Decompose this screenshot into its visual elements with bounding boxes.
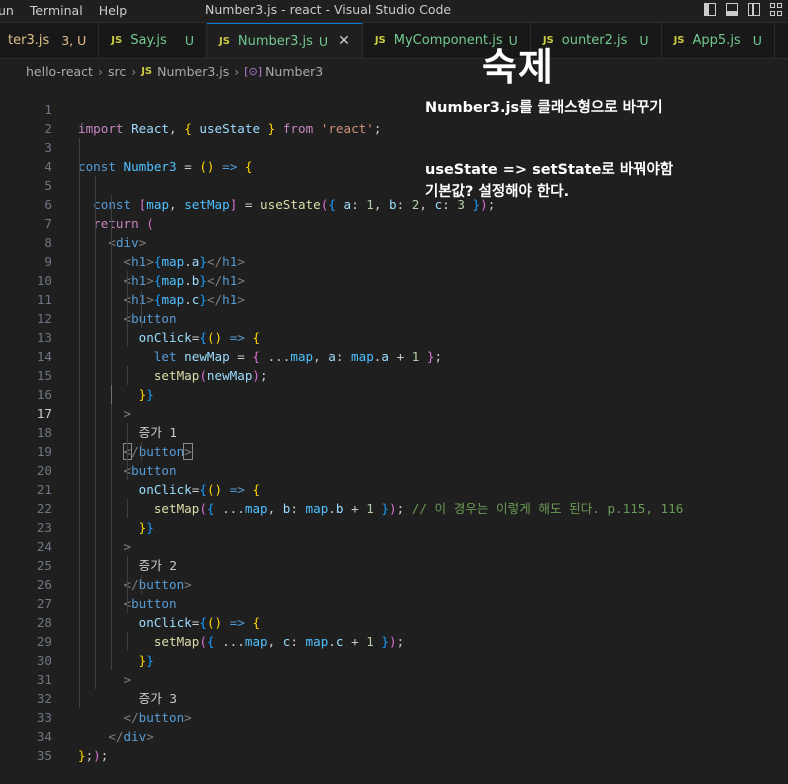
code-line: 15 > xyxy=(0,347,788,421)
chevron-right-icon: › xyxy=(97,63,103,79)
code-line: 9 <h1>{map.c}</h1> xyxy=(0,233,788,307)
layout-controls xyxy=(704,3,782,16)
tab-counter3[interactable]: ter3.js 3, U xyxy=(0,23,100,58)
code-line: 25 <button xyxy=(0,537,788,611)
code-line: 18 <button xyxy=(0,404,788,478)
code-line: 8 <h1>{map.b}</h1> xyxy=(0,214,788,288)
breadcrumb-item-src[interactable]: src xyxy=(108,64,126,79)
toggle-panel-icon[interactable] xyxy=(726,3,738,16)
code-line: 11 onClick={() => { xyxy=(0,271,788,345)
code-line: 34 }; xyxy=(0,708,788,763)
window-title: Number3.js - react - Visual Studio Code xyxy=(205,2,452,17)
code-line: 12 let newMap = { ...map, a: map.a + 1 }… xyxy=(0,290,788,364)
chevron-right-icon: › xyxy=(131,63,137,79)
homework-title: 숙제 xyxy=(482,45,554,89)
code-editor[interactable]: 1 import React, { useState } from 'react… xyxy=(0,81,788,763)
code-line: 2 xyxy=(0,100,788,136)
menu-terminal[interactable]: Terminal xyxy=(22,0,91,22)
tab-status: U xyxy=(639,33,649,48)
line-code: }; xyxy=(78,748,94,763)
homework-note-3: 기본값? 설정해야 한다. xyxy=(425,184,570,200)
tab-say[interactable]: JS Say.js U xyxy=(99,23,207,58)
homework-note-2: useState => setState로 바꿔야함 xyxy=(425,162,674,178)
tab-label: App5.js xyxy=(692,33,741,48)
code-line: 21 }} xyxy=(0,461,788,535)
customize-layout-icon[interactable] xyxy=(770,3,782,16)
code-line: 19 onClick={() => { xyxy=(0,423,788,497)
tab-label: Number3.js xyxy=(237,33,313,49)
breadcrumb: hello-react › src › JS Number3.js › [⊙] … xyxy=(0,60,788,82)
breadcrumb-item-file[interactable]: Number3.js xyxy=(157,64,229,79)
tab-app5[interactable]: JS App5.js U xyxy=(661,23,775,58)
code-line: 23 증가 2 xyxy=(0,499,788,573)
js-file-icon: JS xyxy=(673,35,685,46)
code-line: 28 }} xyxy=(0,594,788,668)
code-line: 10 <button xyxy=(0,252,788,326)
tab-number3[interactable]: JS Number3.js U ✕ xyxy=(206,23,363,58)
code-line: 24 </button> xyxy=(0,518,788,592)
code-line-current: 17 </button> xyxy=(0,385,788,460)
close-icon[interactable]: ✕ xyxy=(338,33,350,49)
tab-label: ter3.js xyxy=(8,33,50,48)
tab-status: U xyxy=(752,33,762,48)
tab-label: Say.js xyxy=(130,33,167,48)
code-line: 26 onClick={() => { xyxy=(0,556,788,630)
code-line: 30 증가 3 xyxy=(0,632,788,706)
editor-tabs: ter3.js 3, U JS Say.js U JS Number3.js U… xyxy=(0,23,788,59)
code-line: 29 > xyxy=(0,613,788,687)
toggle-primary-sidebar-icon[interactable] xyxy=(704,3,716,16)
code-line: 7 <h1>{map.a}</h1> xyxy=(0,195,788,269)
code-line: 4 const [map, setMap] = useState({ a: 1,… xyxy=(0,138,788,212)
tab-status: U xyxy=(184,33,194,48)
js-file-icon: JS xyxy=(111,35,123,46)
title-bar: un Terminal Help Number3.js - react - Vi… xyxy=(0,0,788,23)
code-line: 33 ); xyxy=(0,689,788,763)
code-line: 16 증가 1 xyxy=(0,366,788,440)
toggle-secondary-sidebar-icon[interactable] xyxy=(748,3,760,16)
tab-status: U xyxy=(318,33,329,49)
js-file-icon: JS xyxy=(141,65,153,77)
tab-status: 3, U xyxy=(61,33,87,48)
code-line: 20 setMap({ ...map, b: map.b + 1 }); // … xyxy=(0,442,788,516)
breadcrumb-item-hello-react[interactable]: hello-react xyxy=(26,64,93,79)
code-line: 22 > xyxy=(0,480,788,554)
js-file-icon: JS xyxy=(218,35,230,47)
tab-label: ounter2.js xyxy=(561,33,628,48)
homework-note-1: Number3.js를 클래스형으로 바꾸기 xyxy=(425,100,663,116)
code-line: 31 </button> xyxy=(0,651,788,725)
menu-help[interactable]: Help xyxy=(91,0,136,22)
code-line: 27 setMap({ ...map, c: map.c + 1 }); xyxy=(0,575,788,649)
symbol-variable-icon: [⊙] xyxy=(244,64,263,78)
menu-run[interactable]: un xyxy=(0,0,22,22)
chevron-right-icon: › xyxy=(234,63,240,79)
code-line: 32 </div> xyxy=(0,670,788,744)
line-number: 35 xyxy=(36,748,52,763)
js-file-icon: JS xyxy=(374,35,386,46)
breadcrumb-item-symbol[interactable]: Number3 xyxy=(265,64,323,79)
code-line: 1 import React, { useState } from 'react… xyxy=(0,81,788,136)
code-line: 3 const Number3 = () => { xyxy=(0,119,788,174)
code-line: 14 }} xyxy=(0,328,788,402)
code-line: 13 setMap(newMap); xyxy=(0,309,788,383)
code-line: 35 xyxy=(0,727,788,763)
